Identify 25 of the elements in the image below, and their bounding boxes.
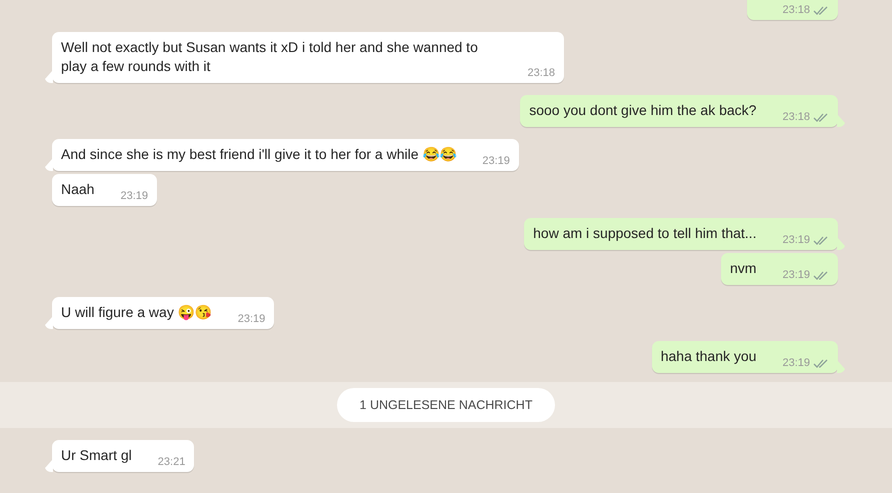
double-check-icon xyxy=(813,270,829,281)
message-time: 23:19 xyxy=(238,312,266,327)
message-text: sooo you dont give him the ak back? xyxy=(529,101,756,120)
message-time: 23:18 xyxy=(782,3,810,18)
message-time: 23:18 xyxy=(527,66,555,81)
message-text: Well not exactly but Susan wants it xD i told her and she wanned to play a few rounds with it xyxy=(61,38,479,76)
double-check-icon xyxy=(813,358,829,369)
message-text: And since she is my best friend i'll give it to her for a while 😂😂 xyxy=(61,145,456,164)
message-text: Naah xyxy=(61,180,94,199)
double-check-icon xyxy=(813,235,829,246)
message-time: 23:21 xyxy=(158,455,186,470)
message-time: 23:19 xyxy=(782,356,810,371)
message-text: nvm xyxy=(730,259,756,278)
message-time: 23:19 xyxy=(782,268,810,283)
unread-messages-badge: 1 UNGELESENE NACHRICHT xyxy=(336,388,556,422)
message-text: U will figure a way 😜😘 xyxy=(61,303,212,322)
message-time: 23:19 xyxy=(782,233,810,248)
message-time: 23:18 xyxy=(782,110,810,125)
double-check-icon xyxy=(813,5,829,16)
message-time: 23:19 xyxy=(120,189,148,204)
message-text: how am i supposed to tell him that... xyxy=(533,224,756,243)
double-check-icon xyxy=(813,112,829,123)
message-text: haha thank you xyxy=(660,347,756,366)
message-time: 23:19 xyxy=(482,154,510,169)
message-text: Ur Smart gl xyxy=(61,446,132,465)
